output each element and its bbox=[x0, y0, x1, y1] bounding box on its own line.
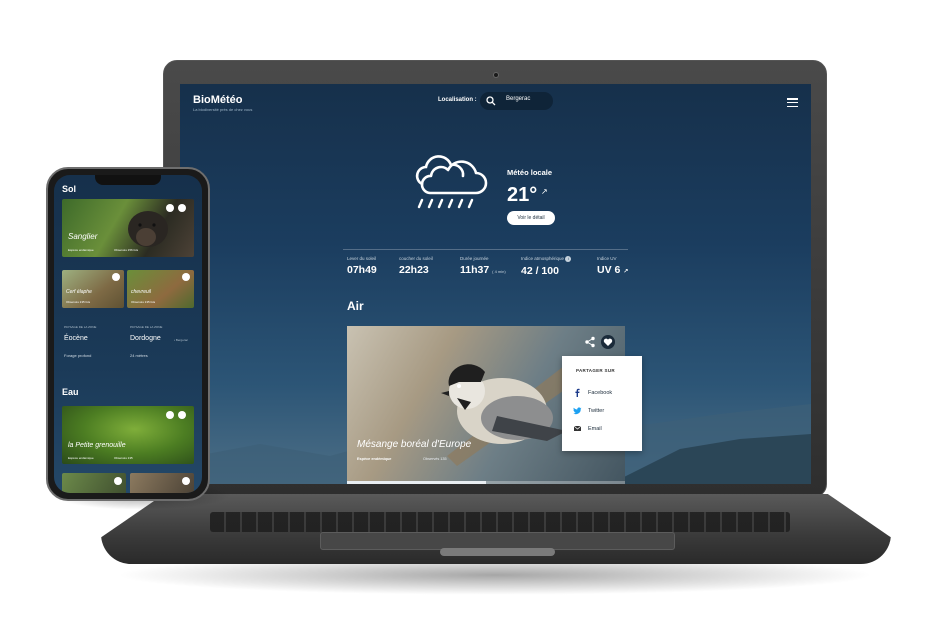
stat-value: 11h37 ( 4 min) bbox=[460, 264, 506, 276]
weather-detail-button[interactable]: Voir le détail bbox=[507, 211, 555, 225]
share-button[interactable] bbox=[166, 411, 174, 419]
share-item-label: Email bbox=[588, 426, 602, 432]
stat-label: Indice atmosphérique i bbox=[521, 256, 572, 262]
stats-divider bbox=[343, 249, 628, 250]
share-popup-title: PARTAGER SUR bbox=[576, 368, 615, 373]
favorite-button[interactable] bbox=[601, 335, 615, 349]
info-value: Dordogne bbox=[130, 335, 161, 342]
location-search-input[interactable]: Bergerac bbox=[480, 92, 553, 110]
facebook-icon bbox=[575, 388, 580, 398]
laptop-screen: BioMétéo La biodiversité près de chez vo… bbox=[180, 84, 811, 484]
heart-icon bbox=[603, 338, 613, 346]
laptop-camera bbox=[493, 72, 499, 78]
info-small: Forage profond bbox=[64, 353, 92, 358]
share-popup: PARTAGER SUR Facebook Twitter Email bbox=[562, 356, 642, 451]
stat-sunrise: Lever du soleil 07h49 bbox=[347, 256, 377, 276]
stat-value: 42 / 100 bbox=[521, 265, 559, 277]
info-label: PAYSAGE DE LA ZONE bbox=[64, 325, 97, 329]
share-button[interactable] bbox=[166, 204, 174, 212]
species-card-partial[interactable] bbox=[62, 473, 126, 493]
species-card-grenouille[interactable]: la Petite grenouille Espèce endémique Ob… bbox=[62, 406, 194, 464]
stat-atmospheric: Indice atmosphérique i 42 / 100 bbox=[521, 256, 572, 277]
boar-image bbox=[128, 211, 168, 247]
laptop-keyboard bbox=[210, 512, 790, 532]
species-observations: Observés 156 fois bbox=[114, 248, 139, 252]
laptop-notch bbox=[440, 548, 555, 556]
share-twitter[interactable]: Twitter bbox=[573, 406, 604, 416]
favorite-button[interactable] bbox=[114, 477, 122, 485]
location-value: Bergerac bbox=[506, 96, 531, 102]
stat-label: Indice UV bbox=[597, 256, 617, 261]
favorite-button[interactable] bbox=[178, 204, 186, 212]
section-title-eau: Eau bbox=[62, 387, 79, 397]
species-card-sanglier[interactable]: Sanglier Espèce endémique Observés 156 f… bbox=[62, 199, 194, 257]
carousel-progress-fill bbox=[347, 481, 486, 484]
info-icon[interactable]: i bbox=[565, 256, 572, 262]
share-email[interactable]: Email bbox=[573, 424, 602, 434]
share-icon bbox=[585, 336, 595, 348]
stat-sunset: coucher du soleil 22h23 bbox=[399, 256, 433, 276]
favorite-button[interactable] bbox=[112, 273, 120, 281]
species-card-chevreuil[interactable]: chevreuil Observés 135 fois bbox=[127, 270, 194, 308]
trend-up-icon: ↗ bbox=[623, 269, 629, 275]
share-item-label: Facebook bbox=[588, 390, 613, 396]
species-name: Mésange boréal d'Europe bbox=[357, 439, 472, 450]
info-small: 24 mètres bbox=[130, 353, 148, 358]
favorite-button[interactable] bbox=[178, 411, 186, 419]
stat-day-length: Durée journée 11h37 ( 4 min) bbox=[460, 256, 506, 276]
species-name: la Petite grenouille bbox=[68, 442, 126, 449]
brand-tagline: La biodiversité près de chez vous bbox=[193, 107, 253, 112]
stat-value-text: UV 6 bbox=[597, 264, 621, 276]
brand-logo[interactable]: BioMétéo bbox=[193, 94, 243, 106]
section-title-air: Air bbox=[347, 299, 364, 313]
species-name: Sanglier bbox=[68, 232, 98, 241]
species-name: chevreuil bbox=[131, 289, 152, 295]
species-card-partial[interactable] bbox=[130, 473, 194, 493]
email-icon bbox=[573, 425, 582, 432]
info-value: Éocène bbox=[64, 335, 88, 342]
share-item-label: Twitter bbox=[588, 408, 605, 414]
stat-value-text: 11h37 bbox=[460, 264, 490, 276]
cloud-rain-icon bbox=[415, 155, 488, 209]
twitter-icon bbox=[573, 407, 582, 415]
stat-label: Durée journée bbox=[460, 256, 489, 261]
section-title-sol: Sol bbox=[62, 184, 77, 194]
phone-screen: Sol Sanglier Espèce endémique Observés 1… bbox=[54, 175, 202, 493]
temperature-value: 21° bbox=[507, 184, 538, 206]
species-observations: Observés 135 bbox=[114, 456, 133, 460]
location-label: Localisation : bbox=[438, 97, 477, 103]
species-observations: Observés 135 fois bbox=[66, 300, 91, 304]
carousel-progress bbox=[347, 481, 625, 484]
favorite-button[interactable] bbox=[182, 273, 190, 281]
share-facebook[interactable]: Facebook bbox=[573, 388, 612, 398]
species-card-cerf[interactable]: Cerf élaphe Observés 135 fois bbox=[62, 270, 124, 308]
stat-label-text: Indice atmosphérique bbox=[521, 256, 565, 261]
species-status: Espèce endémique bbox=[68, 248, 94, 252]
species-status: Espèce endémique bbox=[68, 456, 94, 460]
trend-up-icon: ↗ bbox=[541, 187, 548, 196]
menu-icon[interactable] bbox=[787, 98, 798, 108]
species-name: Cerf élaphe bbox=[66, 289, 92, 295]
share-button[interactable] bbox=[583, 335, 597, 349]
stat-value: UV 6 ↗ bbox=[597, 264, 628, 276]
species-status: Espèce endémique bbox=[357, 457, 392, 461]
info-label: PAYSAGE DE LA ZONE bbox=[130, 325, 163, 329]
stat-value: 07h49 bbox=[347, 264, 377, 276]
phone-notch bbox=[95, 175, 161, 185]
species-observations: Observés 135 bbox=[423, 457, 447, 461]
info-extra: • Bergerac bbox=[174, 338, 189, 342]
species-observations: Observés 135 fois bbox=[131, 300, 156, 304]
stat-label: Lever du soleil bbox=[347, 256, 377, 261]
stat-value: 22h23 bbox=[399, 264, 429, 276]
favorite-button[interactable] bbox=[182, 477, 190, 485]
stat-unit: ( 4 min) bbox=[492, 269, 506, 274]
weather-title: Météo locale bbox=[507, 168, 553, 177]
search-icon bbox=[486, 96, 496, 106]
stat-label: coucher du soleil bbox=[399, 256, 433, 261]
stat-uv: Indice UV UV 6 ↗ bbox=[597, 256, 628, 276]
bird-image bbox=[441, 356, 577, 466]
